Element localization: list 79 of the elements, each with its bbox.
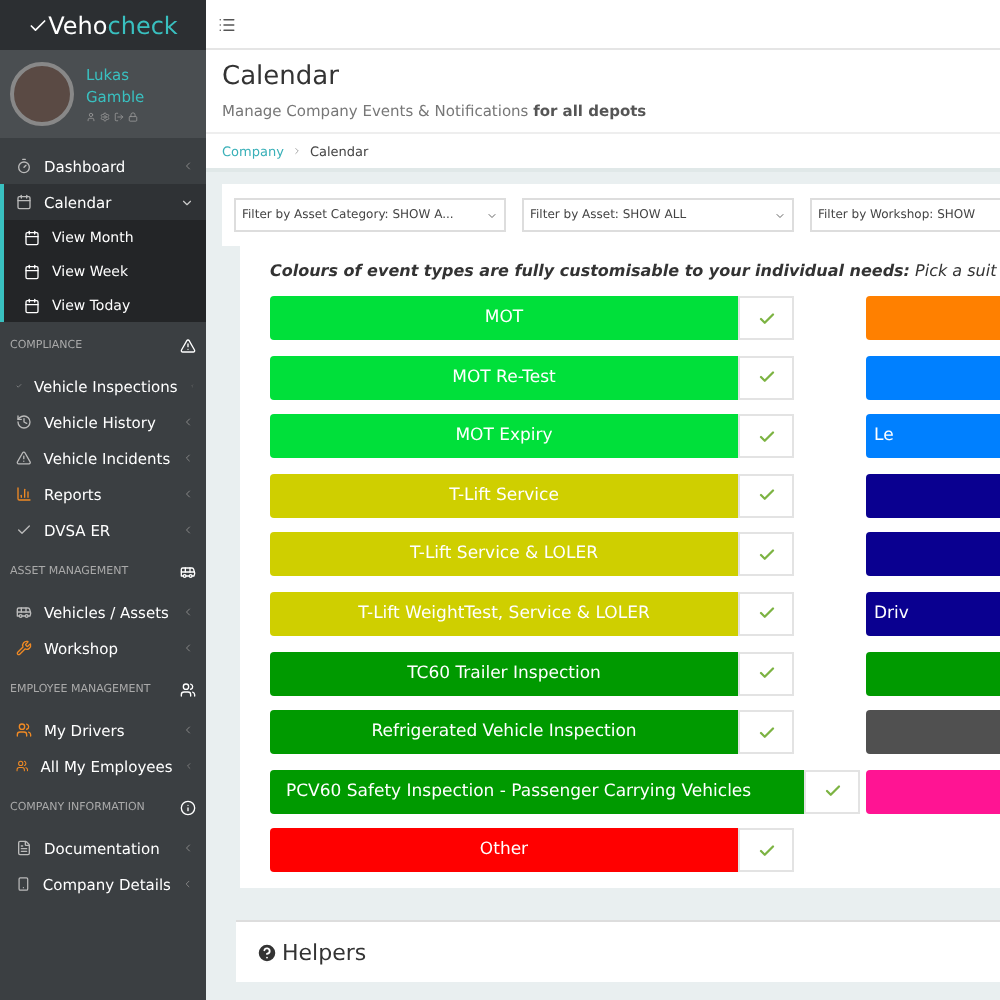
- chevron-right-icon: [291, 146, 302, 156]
- check-icon: [757, 486, 775, 505]
- panel-title: Helpers: [282, 939, 367, 966]
- check-icon: [757, 841, 775, 860]
- event-type-label: T-Lift Service & LOLER: [270, 532, 738, 577]
- logout-icon[interactable]: [114, 112, 124, 122]
- checkbox[interactable]: [738, 355, 794, 400]
- help-icon: [256, 941, 278, 964]
- chevron-left-icon: [182, 416, 194, 428]
- calendar-icon: [24, 263, 40, 279]
- document-icon: [16, 840, 32, 856]
- avatar: [10, 62, 74, 126]
- menu-icon[interactable]: [218, 15, 236, 33]
- people-icon: [180, 681, 196, 697]
- lock-icon[interactable]: [128, 112, 138, 122]
- caret-icon: [774, 209, 786, 221]
- checkbox[interactable]: [738, 828, 794, 873]
- history-icon: [16, 414, 32, 430]
- intro-text: Colours of event types are fully customisable to your individual needs: Pick a suit: [270, 262, 999, 280]
- check-icon: [757, 368, 775, 387]
- bus-icon: [16, 604, 32, 620]
- chevron-left-icon: [182, 878, 194, 890]
- check-icon: [757, 309, 775, 327]
- check-icon: [757, 723, 775, 742]
- page-title: Calendar: [222, 62, 341, 92]
- chevron-left-icon: [182, 524, 194, 536]
- checkbox[interactable]: [738, 651, 794, 696]
- chevron-down-icon: [180, 195, 194, 209]
- event-type-label: MOT: [270, 296, 738, 340]
- check-icon: [757, 427, 775, 446]
- event-type-label: TC60 Trailer Inspection: [270, 651, 738, 696]
- event-type-label: T-Lift Service: [270, 473, 738, 518]
- logo-text: check: [107, 11, 178, 39]
- bus-icon: [180, 563, 196, 579]
- check-icon: [16, 522, 32, 538]
- chevron-left-icon: [182, 452, 194, 464]
- event-type-label: Other: [270, 828, 738, 873]
- event-type-label: MOT Re-Test: [270, 355, 738, 400]
- check-icon: [757, 664, 775, 683]
- calendar-icon: [24, 297, 40, 313]
- event-type-label: T-Lift WeightTest, Service & LOLER: [270, 591, 738, 636]
- warning-icon: [180, 337, 196, 353]
- checkbox[interactable]: [738, 414, 794, 459]
- check-icon: [757, 604, 775, 623]
- logo-text: Veho: [48, 11, 108, 39]
- wrench-icon: [16, 640, 32, 656]
- event-type-label: MOT Expiry: [270, 414, 738, 459]
- user-icon[interactable]: [86, 112, 96, 122]
- checkbox[interactable]: [738, 710, 794, 755]
- event-type-label: Driv: [866, 591, 1000, 636]
- info-icon: [180, 799, 196, 815]
- checkbox[interactable]: [738, 296, 794, 340]
- check-icon: [28, 15, 49, 35]
- chevron-left-icon: [182, 606, 194, 618]
- calendar-icon: [24, 229, 40, 245]
- settings-icon[interactable]: [100, 112, 110, 122]
- event-type-label: Refrigerated Vehicle Inspection: [270, 710, 738, 755]
- event-type-label: PCV60 Safety Inspection - Passenger Carrying Vehicles: [270, 769, 804, 814]
- chevron-left-icon: [182, 488, 194, 500]
- chevron-left-icon: [182, 642, 194, 654]
- calendar-icon: [16, 194, 32, 210]
- chevron-left-icon: [182, 724, 194, 736]
- checkbox[interactable]: [738, 473, 794, 518]
- check-icon: [757, 545, 775, 564]
- check-icon: [823, 782, 841, 801]
- checkbox[interactable]: [738, 591, 794, 636]
- chart-icon: [16, 486, 32, 502]
- chevron-left-icon: [182, 842, 194, 854]
- warning-icon: [16, 450, 32, 466]
- timer-icon: [16, 158, 32, 174]
- people-icon: [16, 758, 29, 774]
- phone-icon: [16, 876, 31, 892]
- people-icon: [16, 722, 32, 738]
- chevron-left-icon: [182, 160, 194, 172]
- checkbox[interactable]: [738, 532, 794, 577]
- caret-icon: [486, 209, 498, 221]
- chevron-left-icon: [184, 760, 194, 772]
- event-type-label: Le: [866, 414, 1000, 459]
- checkbox[interactable]: [804, 769, 860, 814]
